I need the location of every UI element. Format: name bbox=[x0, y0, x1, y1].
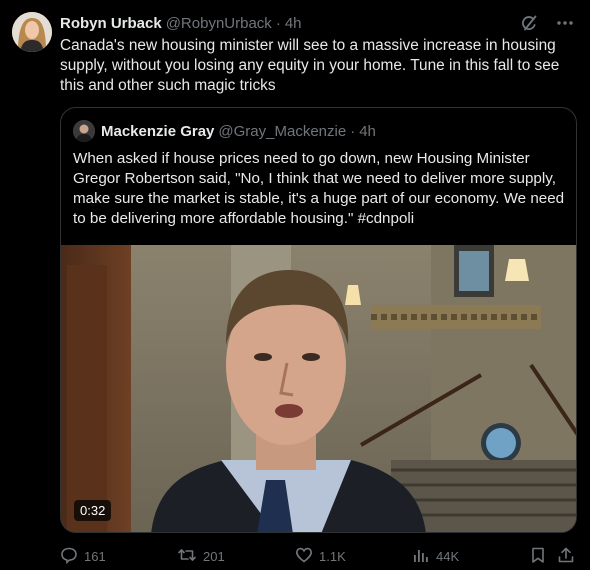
share-button[interactable] bbox=[557, 546, 575, 566]
reply-icon bbox=[60, 546, 78, 567]
reply-count: 161 bbox=[84, 548, 106, 564]
views-button[interactable]: 44K bbox=[412, 546, 459, 566]
tweet-text: Canada's new housing minister will see t… bbox=[60, 37, 560, 94]
header-icons bbox=[520, 14, 574, 36]
repost-button[interactable]: 201 bbox=[177, 546, 225, 566]
quote-author-name: Mackenzie Gray bbox=[101, 122, 215, 140]
quote-author-avatar bbox=[73, 120, 95, 142]
quote-time: 4h bbox=[359, 122, 376, 140]
author-handle[interactable]: @RobynUrback bbox=[166, 15, 272, 32]
author-name[interactable]: Robyn Urback bbox=[60, 15, 162, 32]
quote-author-handle: @Gray_Mackenzie bbox=[218, 122, 347, 140]
video-duration: 0:32 bbox=[74, 500, 112, 521]
repost-count: 201 bbox=[203, 548, 225, 564]
video-player[interactable]: 0:32 bbox=[61, 245, 576, 532]
quote-separator-dot: · bbox=[350, 122, 356, 140]
quote-header: Mackenzie Gray @Gray_Mackenzie · 4h bbox=[73, 120, 376, 142]
author-avatar[interactable] bbox=[12, 12, 52, 52]
bookmark-icon bbox=[529, 546, 547, 567]
video-thumbnail bbox=[61, 245, 576, 532]
views-count: 44K bbox=[436, 548, 460, 564]
like-count: 1.1K bbox=[319, 548, 346, 564]
tweet-time[interactable]: 4h bbox=[285, 15, 302, 32]
grok-icon[interactable] bbox=[520, 14, 538, 36]
tweet-header: Robyn Urback @RobynUrback · 4h bbox=[60, 12, 578, 34]
separator-dot: · bbox=[275, 14, 281, 32]
views-icon bbox=[412, 546, 430, 567]
more-icon[interactable] bbox=[556, 14, 574, 36]
quoted-tweet[interactable]: Mackenzie Gray @Gray_Mackenzie · 4h When… bbox=[60, 107, 577, 533]
repost-icon bbox=[177, 546, 197, 567]
tweet[interactable]: Robyn Urback @RobynUrback · 4h Canada's … bbox=[0, 0, 590, 570]
like-button[interactable]: 1.1K bbox=[295, 546, 346, 566]
action-bar: 161 201 1.1K 44K bbox=[60, 546, 580, 566]
bookmark-button[interactable] bbox=[529, 546, 547, 566]
share-icon bbox=[557, 546, 575, 567]
like-icon bbox=[295, 546, 313, 567]
quote-text: When asked if house prices need to go do… bbox=[73, 150, 565, 227]
reply-button[interactable]: 161 bbox=[60, 546, 106, 566]
